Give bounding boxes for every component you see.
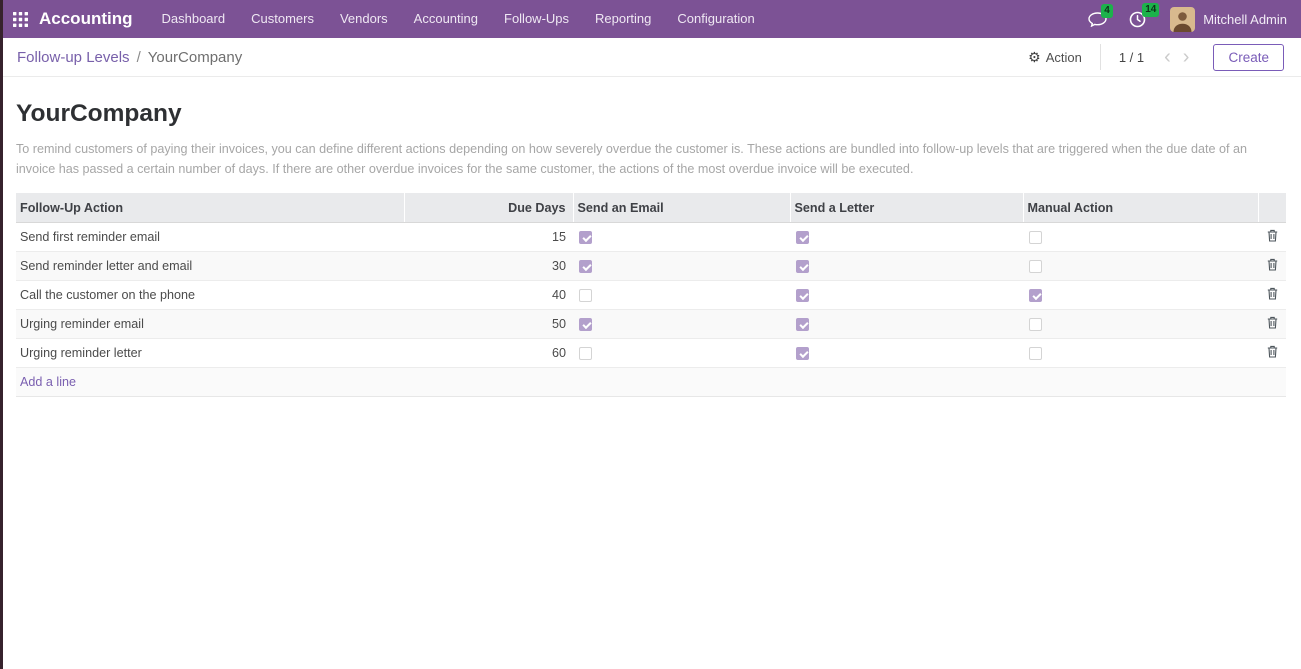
column-header-delete (1258, 193, 1286, 223)
delete-row-icon[interactable] (1267, 316, 1278, 329)
pager-next-icon[interactable]: › (1177, 47, 1196, 67)
pager-previous-icon[interactable]: ‹ (1158, 47, 1177, 67)
table-row: Urging reminder letter 60 (16, 339, 1286, 368)
manual-action-checkbox[interactable] (1029, 318, 1042, 331)
column-header-manual-action[interactable]: Manual Action (1023, 193, 1258, 223)
column-header-send-an-email[interactable]: Send an Email (573, 193, 790, 223)
column-header-due-days[interactable]: Due Days (404, 193, 573, 223)
cell-due-days[interactable]: 15 (404, 223, 573, 252)
action-menu-button[interactable]: ⚙ Action (1028, 49, 1082, 66)
user-name: Mitchell Admin (1203, 12, 1287, 27)
messages-count-badge: 4 (1101, 4, 1113, 18)
pager-value: 1 / 1 (1119, 50, 1144, 65)
gear-icon: ⚙ (1028, 49, 1041, 66)
action-menu-label: Action (1046, 50, 1082, 65)
activities-icon[interactable]: 14 (1129, 11, 1146, 28)
user-avatar (1170, 7, 1195, 32)
table-header-row: Follow-Up Action Due Days Send an Email … (16, 193, 1286, 223)
cell-due-days[interactable]: 40 (404, 281, 573, 310)
control-panel-divider (1100, 44, 1101, 70)
create-button[interactable]: Create (1213, 44, 1284, 71)
page-description: To remind customers of paying their invo… (16, 139, 1268, 180)
table-row: Urging reminder email 50 (16, 310, 1286, 339)
send-email-checkbox[interactable] (579, 318, 592, 331)
page-title: YourCompany (16, 100, 1285, 128)
send-letter-checkbox[interactable] (796, 260, 809, 273)
add-a-line-link[interactable]: Add a line (20, 375, 76, 389)
add-line-row: Add a line (16, 368, 1286, 397)
follow-up-levels-table: Follow-Up Action Due Days Send an Email … (16, 193, 1286, 398)
breadcrumb-separator: / (137, 49, 141, 66)
breadcrumb-parent-link[interactable]: Follow-up Levels (17, 49, 130, 66)
manual-action-checkbox[interactable] (1029, 260, 1042, 273)
window-edge (0, 0, 3, 669)
cell-action-name[interactable]: Send reminder letter and email (16, 252, 404, 281)
manual-action-checkbox[interactable] (1029, 347, 1042, 360)
send-email-checkbox[interactable] (579, 260, 592, 273)
delete-row-icon[interactable] (1267, 287, 1278, 300)
manual-action-checkbox[interactable] (1029, 231, 1042, 244)
control-panel-right: ⚙ Action 1 / 1 ‹ › Create (1028, 44, 1284, 71)
main-content: YourCompany To remind customers of payin… (0, 77, 1301, 397)
cell-action-name[interactable]: Urging reminder letter (16, 339, 404, 368)
send-letter-checkbox[interactable] (796, 231, 809, 244)
app-brand-title[interactable]: Accounting (39, 9, 133, 29)
breadcrumb-current: YourCompany (148, 49, 243, 66)
table-row: Send first reminder email 15 (16, 223, 1286, 252)
column-header-follow-up-action[interactable]: Follow-Up Action (16, 193, 404, 223)
cell-action-name[interactable]: Send first reminder email (16, 223, 404, 252)
nav-item-customers[interactable]: Customers (238, 0, 327, 38)
apps-menu-icon[interactable] (13, 12, 28, 27)
column-header-send-a-letter[interactable]: Send a Letter (790, 193, 1023, 223)
nav-item-dashboard[interactable]: Dashboard (149, 0, 239, 38)
messages-icon[interactable]: 4 (1088, 12, 1107, 27)
delete-row-icon[interactable] (1267, 258, 1278, 271)
cell-due-days[interactable]: 60 (404, 339, 573, 368)
send-letter-checkbox[interactable] (796, 347, 809, 360)
delete-row-icon[interactable] (1267, 229, 1278, 242)
cell-action-name[interactable]: Call the customer on the phone (16, 281, 404, 310)
nav-item-reporting[interactable]: Reporting (582, 0, 664, 38)
nav-item-configuration[interactable]: Configuration (664, 0, 767, 38)
navbar-right-systray: 4 14 Mitchell Admin (1066, 7, 1301, 32)
send-letter-checkbox[interactable] (796, 289, 809, 302)
user-menu[interactable]: Mitchell Admin (1170, 7, 1287, 32)
send-email-checkbox[interactable] (579, 289, 592, 302)
send-email-checkbox[interactable] (579, 347, 592, 360)
send-email-checkbox[interactable] (579, 231, 592, 244)
cell-action-name[interactable]: Urging reminder email (16, 310, 404, 339)
cell-due-days[interactable]: 30 (404, 252, 573, 281)
breadcrumb: Follow-up Levels / YourCompany (17, 49, 242, 66)
nav-item-vendors[interactable]: Vendors (327, 0, 401, 38)
top-navbar: Accounting Dashboard Customers Vendors A… (0, 0, 1301, 38)
table-row: Call the customer on the phone 40 (16, 281, 1286, 310)
cell-due-days[interactable]: 50 (404, 310, 573, 339)
manual-action-checkbox[interactable] (1029, 289, 1042, 302)
table-row: Send reminder letter and email 30 (16, 252, 1286, 281)
nav-item-accounting[interactable]: Accounting (401, 0, 491, 38)
activities-count-badge: 14 (1142, 3, 1159, 17)
delete-row-icon[interactable] (1267, 345, 1278, 358)
nav-item-follow-ups[interactable]: Follow-Ups (491, 0, 582, 38)
control-panel: Follow-up Levels / YourCompany ⚙ Action 1 … (0, 38, 1301, 77)
send-letter-checkbox[interactable] (796, 318, 809, 331)
